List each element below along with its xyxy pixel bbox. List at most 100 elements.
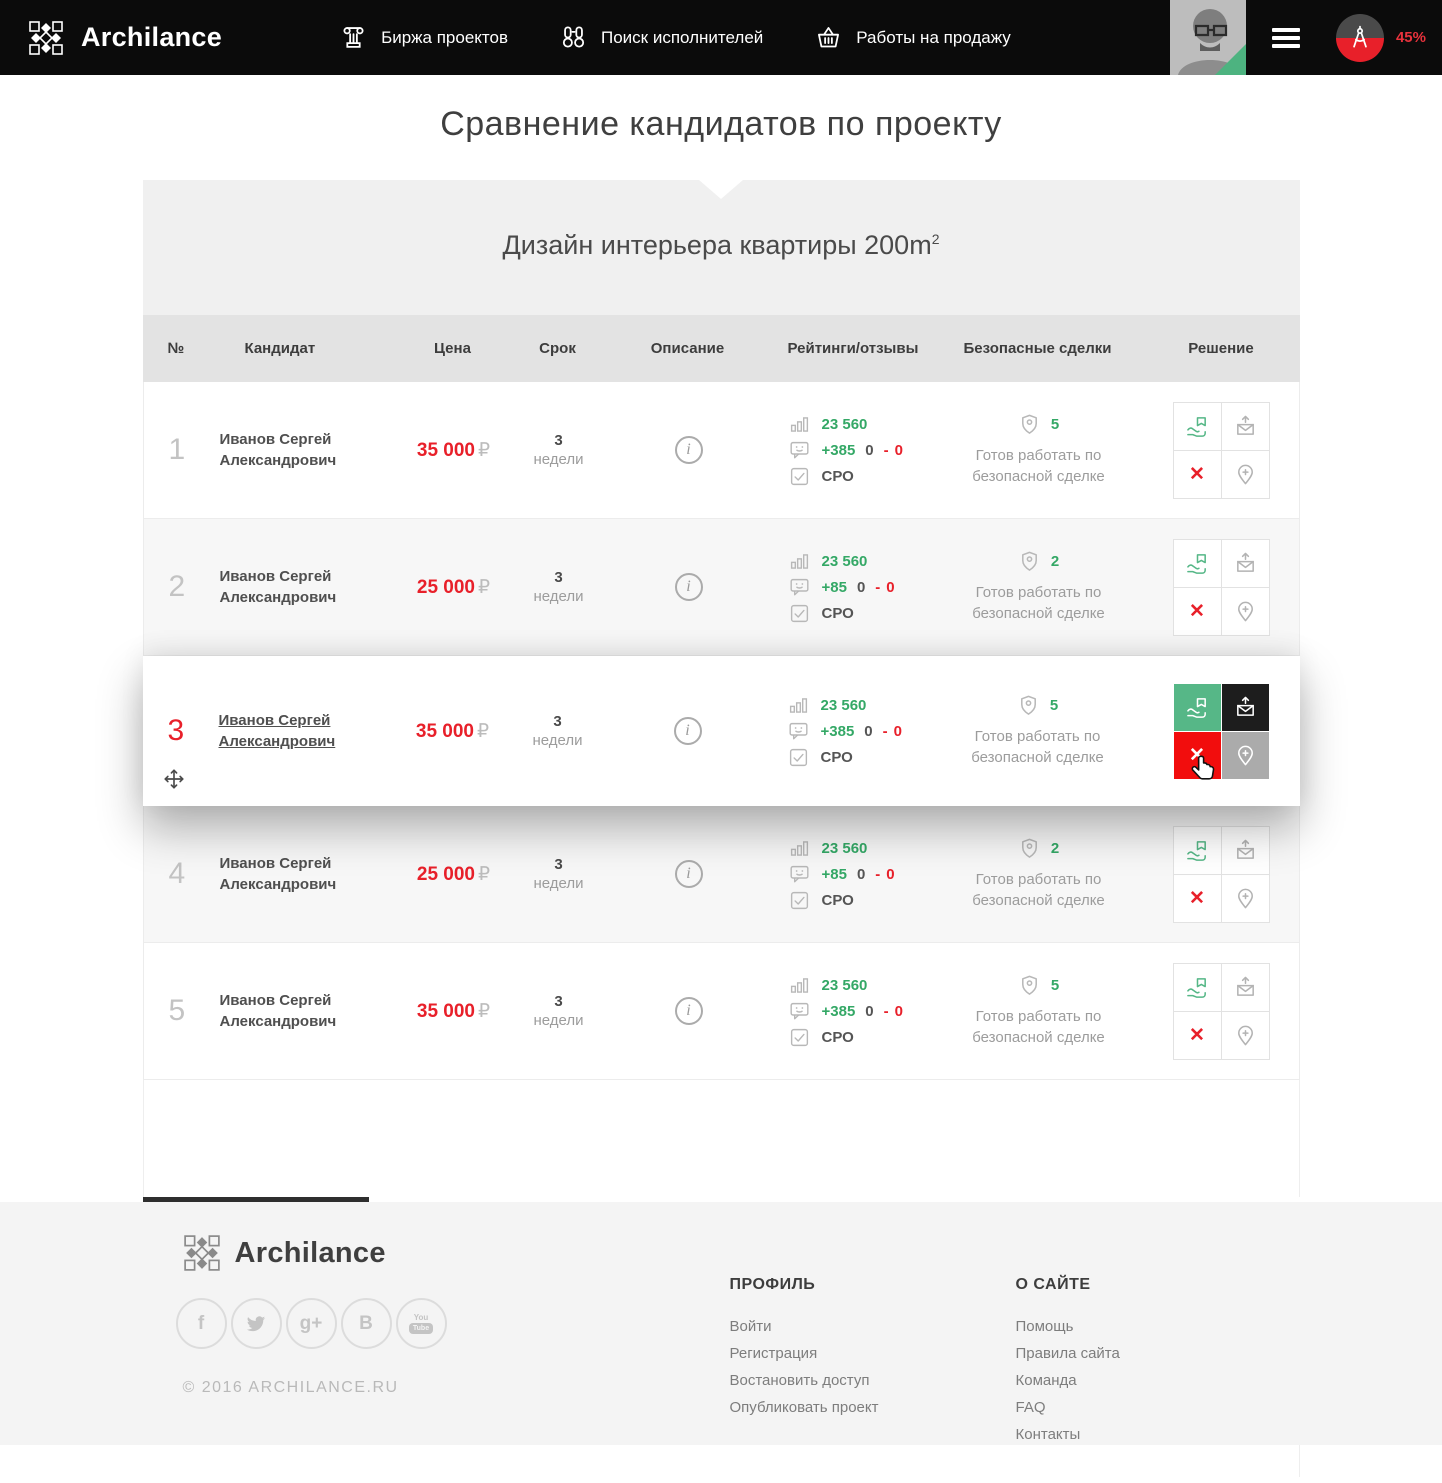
safe-deals-cell: 5 Готов работать побезопасной сделке: [933, 694, 1143, 768]
header-right: 45%: [1170, 0, 1442, 75]
drag-move-icon[interactable]: [163, 768, 185, 790]
footer-link-rules[interactable]: Правила сайта: [1016, 1345, 1120, 1362]
footer-link-publish-project[interactable]: Опубликовать проект: [730, 1399, 879, 1416]
brand-logo[interactable]: Archilance: [28, 20, 222, 56]
col-header-term: Срок: [503, 340, 613, 357]
location-add-button[interactable]: [1222, 451, 1269, 498]
envelope-up-icon: [1234, 839, 1257, 862]
nav-label: Биржа проектов: [381, 28, 508, 48]
nav-item-find-performers[interactable]: Поиск исполнителей: [560, 24, 763, 51]
reviews-bubble-icon: [789, 577, 810, 598]
reviews-positive: +385: [821, 723, 855, 740]
reviews-positive: +385: [822, 442, 856, 459]
views-chart-icon: [789, 414, 810, 435]
table-row: 2 Иванов СергейАлександрович 25 000₽ 3не…: [143, 519, 1300, 656]
views-count: 23 560: [822, 553, 868, 570]
hire-button[interactable]: [1174, 964, 1221, 1011]
footer-link-restore-access[interactable]: Востановить доступ: [730, 1372, 879, 1389]
shield-icon: [1018, 837, 1041, 860]
safe-deals-cell: 2 Готов работать побезопасной сделке: [934, 550, 1144, 624]
term-unit: недели: [504, 451, 614, 468]
price: 35 000: [417, 1001, 475, 1022]
user-avatar[interactable]: [1170, 0, 1246, 75]
send-message-button[interactable]: [1222, 684, 1269, 731]
reviews-dash: -: [884, 442, 889, 459]
envelope-up-icon: [1234, 552, 1257, 575]
footer-link-faq[interactable]: FAQ: [1016, 1399, 1120, 1416]
footer-link-help[interactable]: Помощь: [1016, 1318, 1120, 1335]
hire-button[interactable]: [1174, 540, 1221, 587]
deals-count: 5: [1051, 977, 1059, 994]
ratings-cell: 23 560 +850-0 СРО: [764, 546, 934, 629]
google-plus-icon[interactable]: g+: [286, 1298, 337, 1349]
location-add-button[interactable]: [1222, 875, 1269, 922]
price: 25 000: [417, 864, 475, 885]
footer-link-contacts[interactable]: Контакты: [1016, 1426, 1120, 1443]
hamburger-menu-icon[interactable]: [1272, 24, 1300, 52]
reviews-neutral: 0: [864, 723, 872, 740]
send-message-button[interactable]: [1222, 540, 1269, 587]
reviews-positive: +85: [822, 579, 847, 596]
footer-logo[interactable]: Archilance: [183, 1234, 1300, 1272]
sro-label: СРО: [822, 892, 854, 909]
compass-progress-icon[interactable]: [1336, 14, 1384, 62]
term-unit: недели: [504, 875, 614, 892]
close-icon: ✕: [1189, 889, 1205, 908]
footer-heading-about: О САЙТЕ: [1016, 1276, 1120, 1294]
views-chart-icon: [789, 551, 810, 572]
send-message-button[interactable]: [1222, 964, 1269, 1011]
footer-link-team[interactable]: Команда: [1016, 1372, 1120, 1389]
send-message-button[interactable]: [1222, 827, 1269, 874]
page-title: Сравнение кандидатов по проекту: [143, 105, 1300, 144]
hire-button[interactable]: [1174, 403, 1221, 450]
archilance-logo-icon: [28, 20, 64, 56]
reject-button[interactable]: ✕: [1174, 451, 1221, 498]
footer-link-login[interactable]: Войти: [730, 1318, 879, 1335]
reject-button[interactable]: ✕: [1174, 875, 1221, 922]
hand-money-icon: [1186, 696, 1209, 719]
project-title: Дизайн интерьера квартиры 200m2: [143, 180, 1300, 261]
reject-button[interactable]: ✕: [1174, 1012, 1221, 1059]
currency-ruble: ₽: [478, 577, 490, 598]
youtube-icon[interactable]: You Tube: [396, 1298, 447, 1349]
reject-button[interactable]: ✕: [1174, 588, 1221, 635]
hire-button[interactable]: [1174, 684, 1221, 731]
decision-buttons: ✕: [1173, 826, 1270, 923]
sro-checkbox-icon: [788, 747, 809, 768]
decision-buttons: ✕: [1174, 684, 1269, 779]
views-count: 23 560: [822, 416, 868, 433]
info-icon[interactable]: [675, 997, 703, 1025]
nav-item-projects-exchange[interactable]: Биржа проектов: [340, 24, 508, 51]
footer-profile-column: ПРОФИЛЬ Войти Регистрация Востановить до…: [730, 1276, 879, 1426]
nav-label: Работы на продажу: [856, 28, 1011, 48]
info-icon[interactable]: [675, 860, 703, 888]
avatar-photo: [1170, 0, 1246, 75]
info-icon[interactable]: [675, 573, 703, 601]
info-icon[interactable]: [674, 717, 702, 745]
shield-icon: [1018, 974, 1041, 997]
drafting-compass-icon: [1347, 25, 1373, 51]
pin-plus-icon: [1234, 600, 1257, 623]
send-message-button[interactable]: [1222, 403, 1269, 450]
reviews-dash: -: [875, 866, 880, 883]
twitter-icon[interactable]: [231, 1298, 282, 1349]
reviews-neutral: 0: [865, 1003, 873, 1020]
footer-link-register[interactable]: Регистрация: [730, 1345, 879, 1362]
col-header-candidate: Кандидат: [213, 340, 403, 357]
nav-item-works-for-sale[interactable]: Работы на продажу: [815, 24, 1011, 51]
row-number: 4: [169, 857, 186, 890]
facebook-icon[interactable]: f: [176, 1298, 227, 1349]
envelope-up-icon: [1234, 976, 1257, 999]
info-icon[interactable]: [675, 436, 703, 464]
row-number: 5: [169, 994, 186, 1027]
location-add-button[interactable]: [1222, 732, 1269, 779]
reject-button[interactable]: ✕: [1174, 732, 1221, 779]
location-add-button[interactable]: [1222, 588, 1269, 635]
candidate-name-link[interactable]: Иванов СергейАлександрович: [219, 710, 403, 752]
reviews-negative: 0: [886, 866, 894, 883]
deals-count: 2: [1051, 553, 1059, 570]
hire-button[interactable]: [1174, 827, 1221, 874]
vk-icon[interactable]: B: [341, 1298, 392, 1349]
table-row: 5 Иванов СергейАлександрович 35 000₽ 3не…: [143, 943, 1300, 1080]
location-add-button[interactable]: [1222, 1012, 1269, 1059]
